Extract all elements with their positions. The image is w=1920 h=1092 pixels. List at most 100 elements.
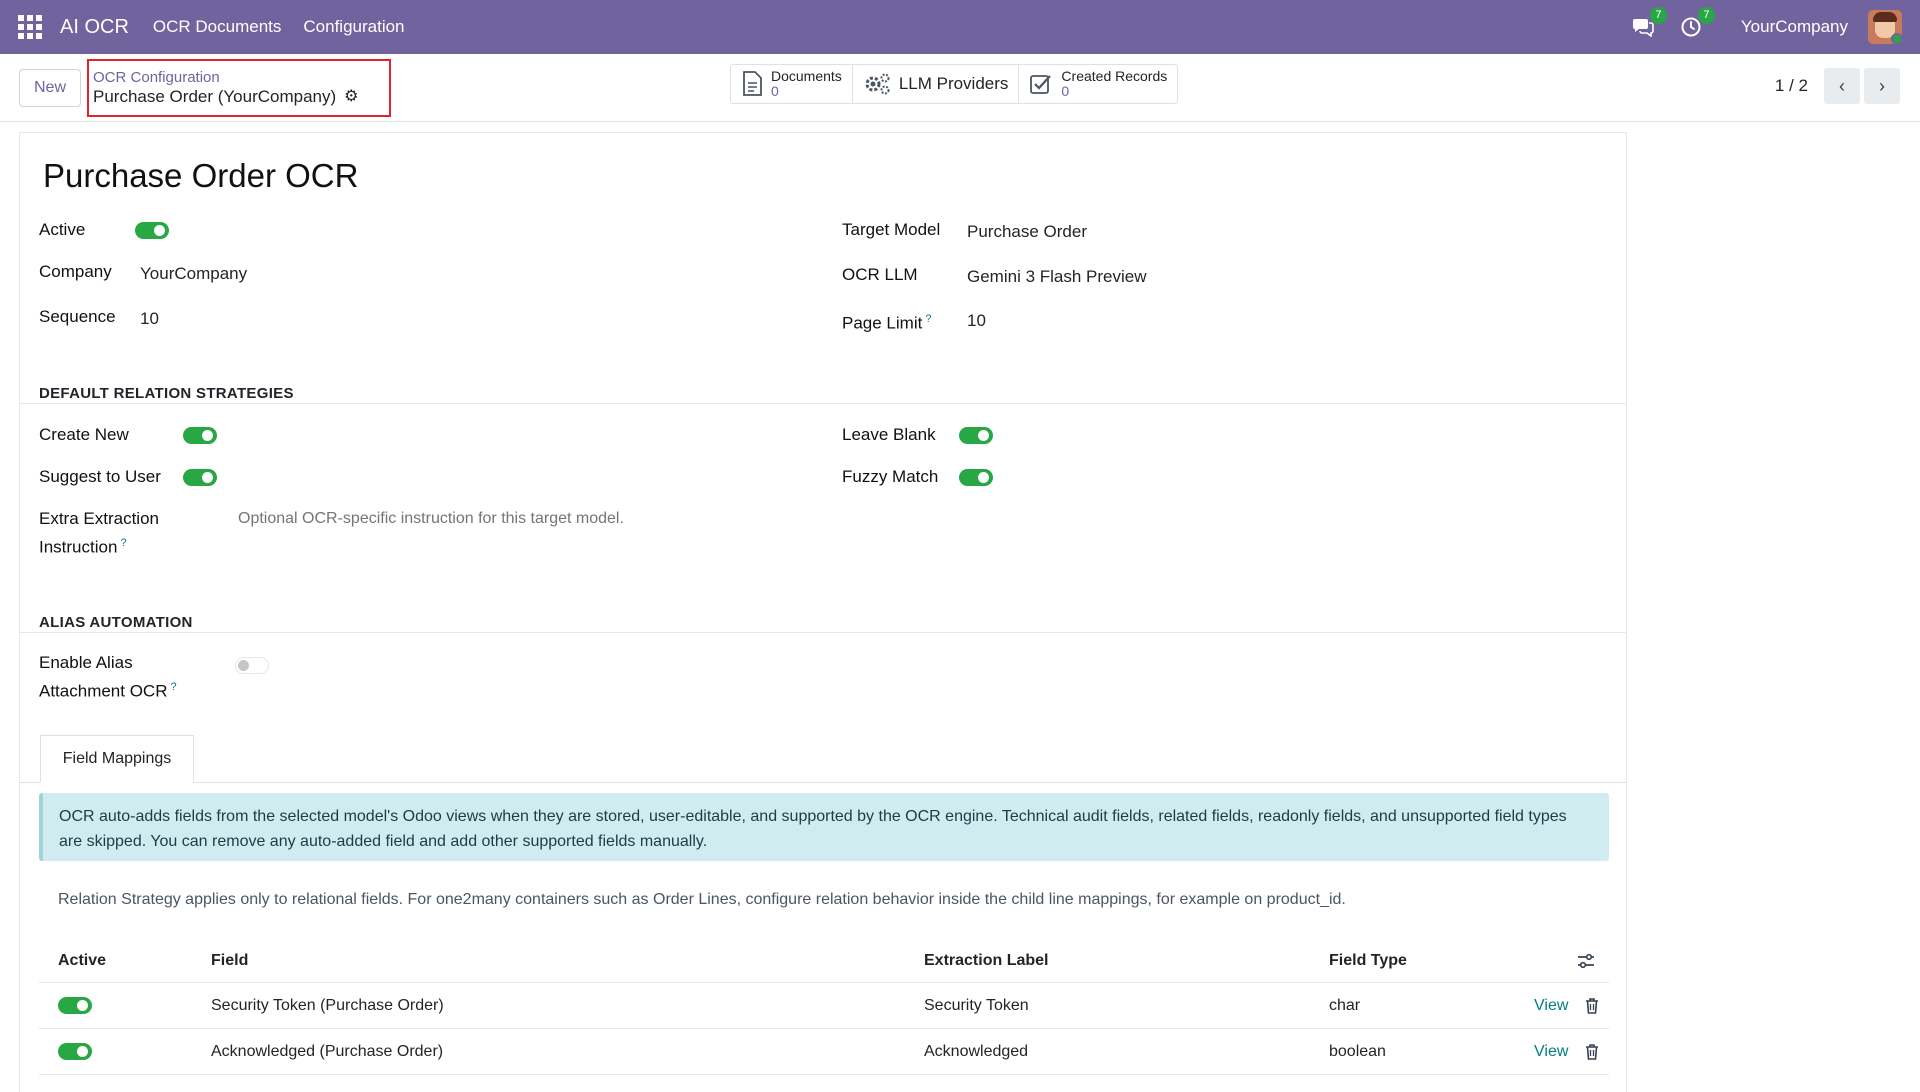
target-model-field[interactable]: Purchase Order [967,220,1087,244]
smart-buttons: Documents 0 LLM Providers Created Record… [730,64,1179,104]
row-delete-button[interactable] [1585,1029,1599,1074]
form-sheet: Purchase Order OCR Active Company YourCo… [19,132,1627,1092]
enable-alias-label-line1: Enable Alias [39,653,133,672]
breadcrumb-current-label: Purchase Order (YourCompany) [93,86,337,106]
ocr-llm-label: OCR LLM [842,265,918,284]
trash-icon [1586,997,1598,1014]
gears-icon [865,73,890,95]
enable-alias-help-icon[interactable]: ? [171,681,177,693]
row-extraction-label[interactable]: Security Token [924,983,1029,1028]
page-limit-label-text: Page Limit [842,313,923,333]
row-active-toggle[interactable] [58,997,92,1014]
active-label: Active [39,220,86,239]
fuzzy-match-label: Fuzzy Match [842,467,939,486]
menu-configuration[interactable]: Configuration [303,17,404,37]
document-icon [743,71,762,96]
target-model-label: Target Model [842,220,941,239]
llm-providers-label: LLM Providers [898,74,1009,93]
relation-strategy-note: Relation Strategy applies only to relati… [58,891,1346,908]
row-field[interactable]: Acknowledged (Purchase Order) [211,1029,443,1074]
activities-button[interactable]: 7 [1677,7,1715,41]
new-button[interactable]: New [19,68,82,107]
breadcrumb-current: Purchase Order (YourCompany) ⚙ [93,87,385,107]
enable-alias-label-line2: Attachment OCR [39,681,168,701]
pager-previous-button[interactable]: ‹ [1824,68,1860,104]
ocr-llm-field[interactable]: Gemini 3 Flash Preview [967,265,1147,289]
row-field-type[interactable]: char [1329,983,1360,1028]
header-extraction-label[interactable]: Extraction Label [924,939,1048,982]
page-limit-help-icon[interactable]: ? [925,313,931,325]
relation-section-title: DEFAULT RELATION STRATEGIES [39,385,294,402]
suggest-toggle[interactable] [183,469,217,486]
row-active-toggle[interactable] [58,1043,92,1060]
leave-blank-label: Leave Blank [842,425,936,444]
checkbox-icon [1030,75,1052,94]
breadcrumb: OCR Configuration Purchase Order (YourCo… [87,58,392,117]
row-extraction-label[interactable]: Acknowledged [924,1029,1028,1074]
extra-instruction-label: Extra Extraction Instruction? [39,507,159,560]
active-toggle[interactable] [135,222,169,239]
extra-instruction-help-icon[interactable]: ? [120,537,126,549]
created-records-count: 0 [1061,83,1070,99]
alias-section-title: ALIAS AUTOMATION [39,614,193,631]
enable-alias-toggle[interactable] [235,657,269,674]
documents-smart-button[interactable]: Documents 0 [731,65,853,103]
app-brand[interactable]: AI OCR [60,16,129,39]
breadcrumb-parent-link[interactable]: OCR Configuration [93,69,385,87]
chevron-left-icon: ‹ [1839,75,1845,96]
fuzzy-match-toggle[interactable] [959,469,993,486]
column-settings-button[interactable] [1577,939,1595,982]
page-limit-label: Page Limit? [842,307,931,336]
llm-providers-smart-button[interactable]: LLM Providers [853,65,1020,103]
header-field-type[interactable]: Field Type [1329,939,1407,982]
section-divider [20,403,1626,404]
company-field[interactable]: YourCompany [140,262,247,286]
row-field-type[interactable]: boolean [1329,1029,1386,1074]
messages-badge: 7 [1649,7,1667,24]
chevron-right-icon: › [1879,75,1885,96]
activities-badge: 7 [1697,7,1715,24]
messages-button[interactable]: 7 [1629,7,1667,41]
user-avatar[interactable] [1868,10,1902,44]
apps-menu-icon[interactable] [18,15,42,39]
menu-ocr-documents[interactable]: OCR Documents [153,17,281,37]
sequence-label: Sequence [39,307,116,326]
field-mappings-table: Active Field Extraction Label Field Type… [39,939,1609,1075]
pager: 1 / 2 ‹ › [1775,68,1900,104]
documents-label: Documents [771,68,842,84]
section-divider [20,632,1626,633]
tab-field-mappings[interactable]: Field Mappings [40,735,194,783]
online-status-dot [1891,33,1902,44]
create-new-label: Create New [39,425,129,444]
extra-instruction-label-line2: Instruction [39,537,118,557]
company-switcher[interactable]: YourCompany [1741,17,1848,37]
top-navbar: AI OCR OCR Documents Configuration 7 7 Y… [0,0,1920,54]
extra-instruction-input[interactable] [238,510,838,528]
extra-instruction-label-line1: Extra Extraction [39,509,159,528]
trash-icon [1586,1043,1598,1060]
table-row[interactable]: Acknowledged (Purchase Order) Acknowledg… [39,1029,1609,1075]
control-panel: New OCR Configuration Purchase Order (Yo… [0,54,1920,122]
created-records-smart-button[interactable]: Created Records 0 [1019,65,1177,103]
enable-alias-label: Enable Alias Attachment OCR? [39,651,177,704]
page-limit-field[interactable]: 10 [967,309,986,333]
create-new-toggle[interactable] [183,427,217,444]
row-delete-button[interactable] [1585,983,1599,1028]
table-row[interactable]: Security Token (Purchase Order) Security… [39,983,1609,1029]
row-view-link[interactable]: View [1534,983,1568,1028]
pager-value[interactable]: 1 / 2 [1775,76,1808,96]
leave-blank-toggle[interactable] [959,427,993,444]
created-records-label: Created Records [1061,68,1168,84]
row-field[interactable]: Security Token (Purchase Order) [211,983,444,1028]
suggest-label: Suggest to User [39,467,161,486]
documents-count: 0 [771,83,779,99]
company-label: Company [39,262,112,281]
row-view-link[interactable]: View [1534,1029,1568,1074]
record-title[interactable]: Purchase Order OCR [43,157,358,195]
tabs-divider [20,782,1626,783]
header-active[interactable]: Active [58,939,106,982]
header-field[interactable]: Field [211,939,248,982]
gear-icon[interactable]: ⚙ [344,87,358,107]
pager-next-button[interactable]: › [1864,68,1900,104]
sequence-field[interactable]: 10 [140,307,159,331]
